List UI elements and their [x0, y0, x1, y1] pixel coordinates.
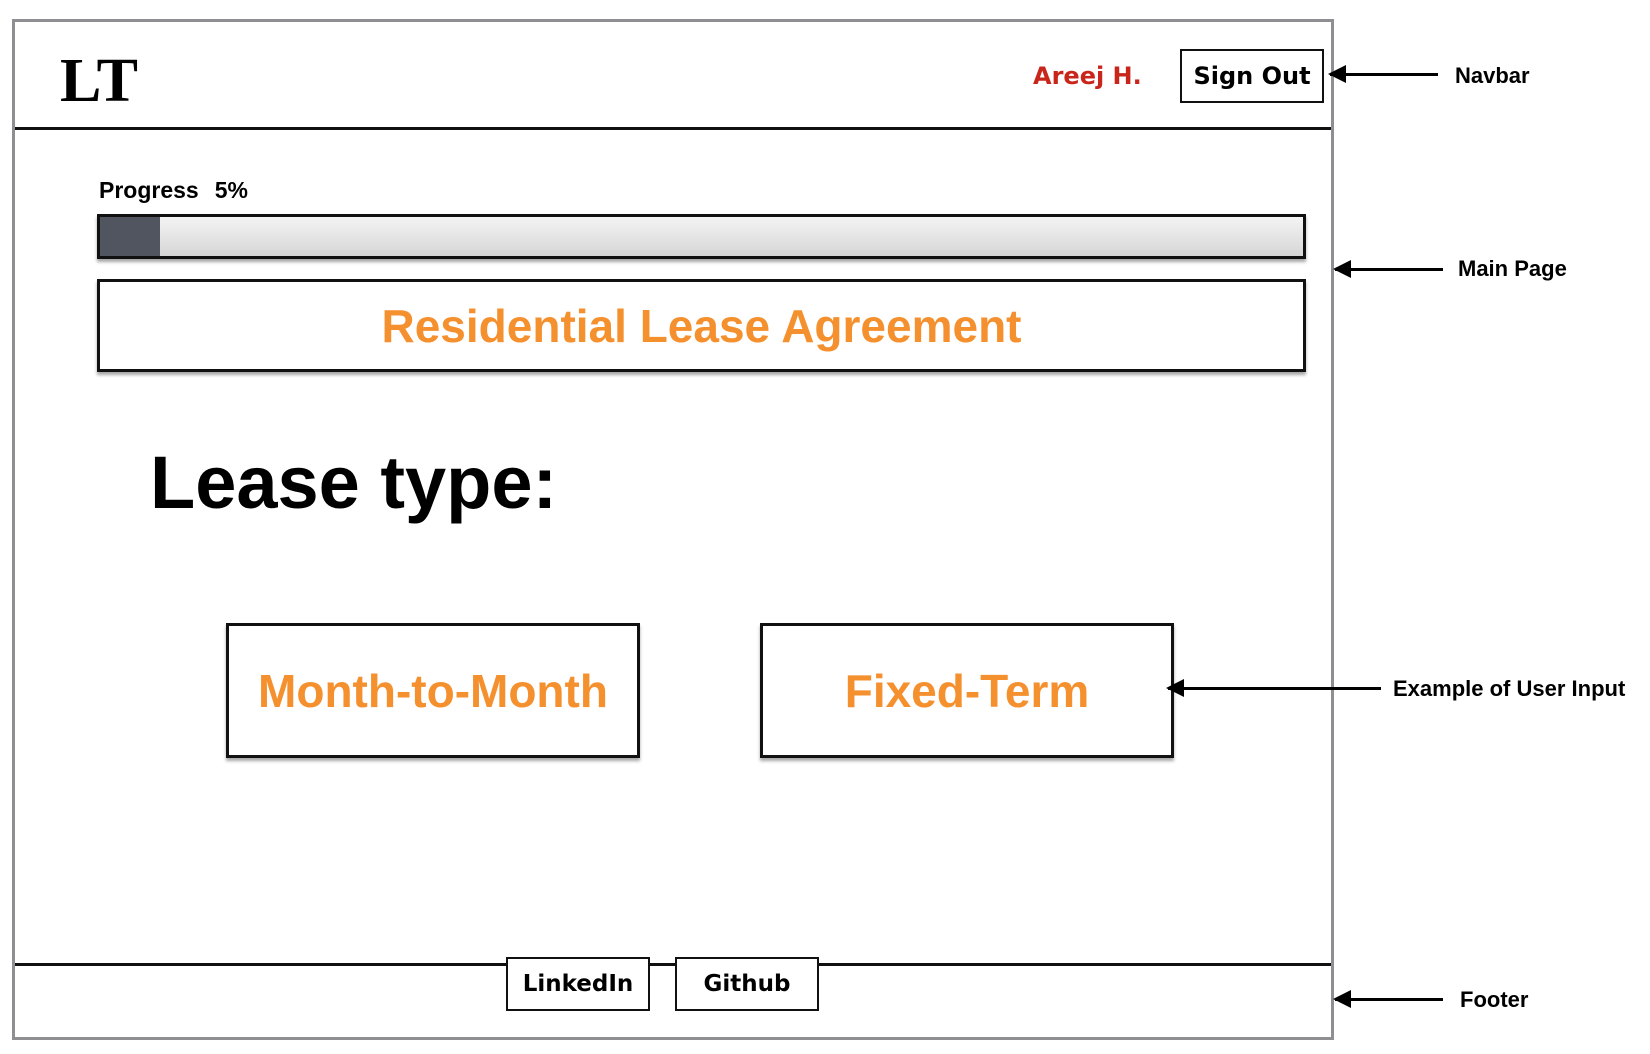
navbar-annotation-arrow: [1328, 65, 1438, 83]
main-page-annotation: Main Page: [1458, 256, 1567, 281]
user-name: Areej H.: [1033, 62, 1142, 90]
progress-label: Progress 5%: [99, 177, 248, 204]
option-fixed-term-button[interactable]: Fixed-Term: [760, 623, 1174, 758]
question-heading: Lease type:: [150, 441, 558, 524]
user-input-annotation: Example of User Input: [1393, 676, 1626, 701]
footer-divider: [15, 963, 1331, 966]
logo[interactable]: LT: [60, 46, 139, 117]
footer-annotation-arrow: [1333, 990, 1443, 1008]
wireframe-frame: LT Areej H. Sign Out Progress 5% Residen…: [12, 19, 1334, 1040]
linkedin-link[interactable]: LinkedIn: [506, 957, 650, 1011]
progress-bar: [97, 214, 1306, 259]
page-title: Residential Lease Agreement: [381, 299, 1022, 352]
navbar-annotation: Navbar: [1455, 63, 1530, 88]
progress-percent: 5%: [214, 177, 248, 203]
github-link[interactable]: Github: [675, 957, 819, 1011]
progress-label-text: Progress: [99, 177, 199, 203]
main-page-annotation-arrow: [1333, 260, 1443, 278]
footer-annotation: Footer: [1460, 987, 1529, 1012]
navbar: LT Areej H. Sign Out: [15, 22, 1331, 130]
user-input-annotation-arrow: [1166, 679, 1381, 697]
page-title-box: Residential Lease Agreement: [97, 279, 1306, 372]
progress-bar-fill: [100, 217, 161, 256]
option-month-to-month-button[interactable]: Month-to-Month: [226, 623, 640, 758]
sign-out-button[interactable]: Sign Out: [1180, 49, 1324, 103]
